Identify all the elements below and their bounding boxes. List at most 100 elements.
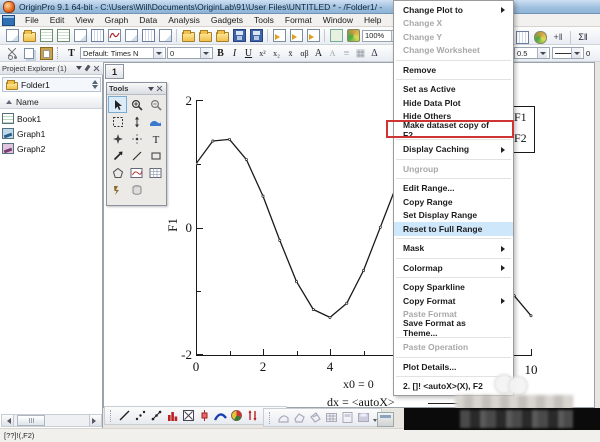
name-column-header[interactable]: Name bbox=[0, 96, 102, 109]
menu-item-display-caching[interactable]: Display Caching bbox=[394, 143, 513, 157]
menu-format[interactable]: Format bbox=[280, 14, 317, 26]
menu-item-paste-operation[interactable]: Paste Operation bbox=[394, 341, 513, 355]
menu-help[interactable]: Help bbox=[359, 14, 386, 26]
align-left-icon[interactable]: ≡ bbox=[340, 48, 353, 59]
regional-data-selector-tool[interactable] bbox=[146, 113, 165, 130]
new-function-plot-icon[interactable] bbox=[123, 28, 139, 43]
superscript-button[interactable]: x² bbox=[256, 49, 269, 58]
supersubscript-button[interactable]: x̄ bbox=[284, 49, 297, 58]
chevron-down-icon[interactable] bbox=[571, 48, 581, 58]
menu-item-change-worksheet[interactable]: Change Worksheet bbox=[394, 44, 513, 58]
settings-gear-icon[interactable] bbox=[532, 30, 548, 45]
polygon-tool[interactable] bbox=[108, 164, 127, 181]
open-project-icon[interactable] bbox=[180, 28, 196, 43]
insert-equation-tool[interactable] bbox=[108, 181, 127, 198]
open-template-icon[interactable] bbox=[197, 28, 213, 43]
vertical-translate-tool[interactable] bbox=[127, 113, 146, 130]
menu-item-remove[interactable]: Remove bbox=[394, 63, 513, 77]
greek-button[interactable]: αβ bbox=[298, 49, 311, 58]
rectangle-tool[interactable] bbox=[146, 147, 165, 164]
column-plot-icon[interactable] bbox=[165, 408, 180, 423]
menu-item-edit-range[interactable]: Edit Range... bbox=[394, 182, 513, 196]
insert-worksheet-tool[interactable] bbox=[146, 164, 165, 181]
menu-item-save-format-as-theme[interactable]: Save Format as Theme... bbox=[394, 318, 513, 338]
menu-item-plot-details[interactable]: Plot Details... bbox=[394, 360, 513, 374]
line-symbol-plot-icon[interactable] bbox=[149, 408, 164, 423]
scroll-right-button[interactable] bbox=[89, 415, 101, 426]
menu-item-reset-to-full-range[interactable]: Reset to Full Range bbox=[394, 222, 513, 236]
new-layout-icon[interactable] bbox=[140, 28, 156, 43]
layout-icon[interactable] bbox=[340, 410, 355, 425]
scale-in-tool[interactable] bbox=[108, 113, 127, 130]
chevron-down-icon[interactable] bbox=[200, 48, 210, 58]
menu-data[interactable]: Data bbox=[134, 14, 162, 26]
line-plot-icon[interactable] bbox=[117, 408, 132, 423]
document-window-icon[interactable] bbox=[2, 14, 15, 26]
menu-item-change-plot-to[interactable]: Change Plot to bbox=[394, 3, 513, 17]
new-template-icon[interactable] bbox=[72, 28, 88, 43]
menu-item-copy-range[interactable]: Copy Range bbox=[394, 195, 513, 209]
paste-icon[interactable] bbox=[38, 46, 54, 61]
x0-annotation[interactable]: x0 = 0 bbox=[343, 377, 374, 392]
open-icon[interactable] bbox=[21, 28, 37, 43]
project-explorer-header[interactable]: Project Explorer (1) bbox=[0, 62, 103, 75]
polygon-plot-icon[interactable] bbox=[292, 410, 307, 425]
vector-plot-icon[interactable] bbox=[245, 408, 260, 423]
text-tool[interactable]: T bbox=[146, 130, 165, 147]
import-wizard-icon[interactable] bbox=[271, 28, 287, 43]
new-project-icon[interactable] bbox=[4, 28, 20, 43]
import-single-ascii-icon[interactable] bbox=[288, 28, 304, 43]
zoom-out-tool[interactable] bbox=[146, 96, 165, 113]
save-project-icon[interactable] bbox=[231, 28, 247, 43]
tools-palette[interactable]: Tools T bbox=[106, 82, 167, 206]
data-selector-tool[interactable] bbox=[108, 130, 127, 147]
font-name-combo[interactable]: Default: Times N bbox=[80, 47, 166, 59]
fill-area-plot-icon[interactable] bbox=[276, 410, 291, 425]
chevron-down-icon[interactable] bbox=[153, 48, 163, 58]
new-excel-icon[interactable] bbox=[55, 28, 71, 43]
menu-graph[interactable]: Graph bbox=[100, 14, 134, 26]
menu-analysis[interactable]: Analysis bbox=[163, 14, 205, 26]
font-color-button[interactable]: Δ bbox=[368, 48, 381, 59]
line-style-combo[interactable] bbox=[552, 47, 584, 59]
arrow-tool[interactable] bbox=[108, 147, 127, 164]
menu-item-copy-format[interactable]: Copy Format bbox=[394, 294, 513, 308]
chevron-down-icon[interactable] bbox=[146, 84, 155, 93]
spin-control[interactable] bbox=[92, 77, 98, 92]
explorer-item-graph2[interactable]: Graph2 bbox=[2, 141, 102, 156]
scatter-plot-icon[interactable] bbox=[133, 408, 148, 423]
menu-item-change-x[interactable]: Change X bbox=[394, 17, 513, 31]
explorer-item-graph1[interactable]: Graph1 bbox=[2, 126, 102, 141]
recalculate-icon[interactable] bbox=[328, 28, 344, 43]
line-tool[interactable] bbox=[127, 147, 146, 164]
font-tool-icon[interactable]: T bbox=[64, 48, 79, 59]
pin-icon[interactable] bbox=[83, 64, 92, 73]
cut-icon[interactable] bbox=[4, 46, 20, 61]
bold-button[interactable]: B bbox=[214, 48, 227, 59]
new-notes-icon[interactable] bbox=[157, 28, 173, 43]
new-graph-icon[interactable] bbox=[106, 28, 122, 43]
menu-tools[interactable]: Tools bbox=[249, 14, 279, 26]
italic-button[interactable]: I bbox=[228, 48, 241, 59]
menu-item-copy-sparkline[interactable]: Copy Sparkline bbox=[394, 281, 513, 295]
copy-icon[interactable] bbox=[21, 46, 37, 61]
menu-item-colormap[interactable]: Colormap bbox=[394, 261, 513, 275]
folder-row[interactable]: Folder1 bbox=[2, 77, 101, 92]
table-icon[interactable] bbox=[324, 410, 339, 425]
menu-view[interactable]: View bbox=[70, 14, 98, 26]
menu-window[interactable]: Window bbox=[318, 14, 358, 26]
open-excel-icon[interactable] bbox=[214, 28, 230, 43]
rescale-icon[interactable] bbox=[514, 30, 530, 45]
hatch-icon[interactable]: ▦ bbox=[354, 48, 367, 59]
save-template-icon[interactable] bbox=[248, 28, 264, 43]
menu-item-change-y[interactable]: Change Y bbox=[394, 30, 513, 44]
polygon-plot2-icon[interactable] bbox=[308, 410, 323, 425]
tools-palette-titlebar[interactable]: Tools bbox=[107, 83, 166, 95]
minimized-window-icon[interactable] bbox=[377, 412, 394, 427]
zoom-in-tool[interactable] bbox=[127, 96, 146, 113]
close-icon[interactable] bbox=[92, 64, 101, 73]
menu-item-ungroup[interactable]: Ungroup bbox=[394, 162, 513, 176]
area-plot-icon[interactable] bbox=[213, 408, 228, 423]
underline-button[interactable]: U bbox=[242, 48, 255, 59]
sigma-icon[interactable]: Σ‖ bbox=[575, 30, 591, 45]
